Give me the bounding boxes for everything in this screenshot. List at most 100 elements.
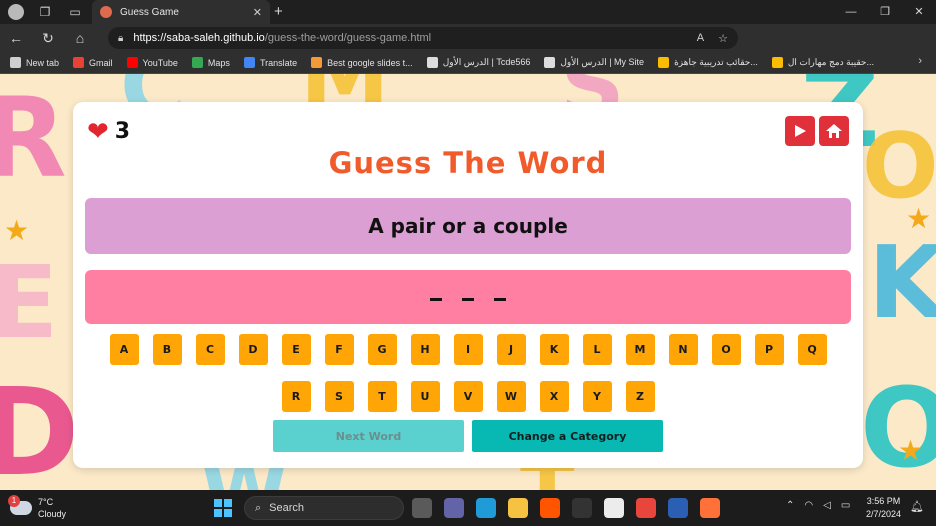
new-tab-bookmark-icon — [10, 57, 21, 68]
close-window-icon[interactable]: ✕ — [902, 0, 936, 24]
pinned-apps — [412, 498, 720, 518]
volume-icon[interactable]: ◁ — [823, 500, 831, 511]
task-view-icon[interactable] — [412, 498, 432, 518]
soundcloud-icon[interactable] — [540, 498, 560, 518]
letter-key[interactable]: C — [195, 334, 225, 365]
chrome-icon[interactable] — [636, 498, 656, 518]
letter-key[interactable]: U — [410, 381, 440, 412]
back-icon[interactable]: ← — [0, 30, 32, 46]
next-word-button[interactable]: Next Word — [273, 420, 464, 452]
bookmark-drive-2[interactable]: حقيبة دمج مهارات ال... — [771, 57, 874, 68]
lock-icon[interactable]: 🔒︎ — [118, 33, 123, 44]
letter-key[interactable]: W — [496, 381, 526, 412]
heart-icon: ❤ — [87, 116, 109, 146]
tray-overflow-icon[interactable]: ⌃ — [786, 500, 794, 511]
keyboard-row-2: RSTUVWXYZ — [73, 381, 863, 412]
letter-key[interactable]: T — [367, 381, 397, 412]
bg-letter: E — [0, 244, 59, 361]
change-category-button[interactable]: Change a Category — [472, 420, 663, 452]
notification-icon[interactable]: 🔔︎ — [910, 500, 924, 513]
url-field[interactable]: 🔒︎ https://saba-saleh.github.io/guess-th… — [108, 27, 738, 49]
lives-indicator: ❤ 3 — [87, 118, 130, 144]
clock[interactable]: 3:56 PM 2/7/2024 — [866, 495, 901, 521]
bookmark-youtube[interactable]: YouTube — [126, 57, 178, 68]
firefox-icon[interactable] — [700, 498, 720, 518]
battery-icon[interactable]: ▭ — [841, 500, 850, 511]
bookmark-tcde566[interactable]: الدرس الأول | Tcde566 — [426, 57, 530, 68]
home-icon[interactable]: ⌂ — [64, 30, 96, 46]
new-tab-icon[interactable]: + — [274, 3, 283, 20]
letter-key[interactable]: X — [539, 381, 569, 412]
letter-key[interactable]: R — [281, 381, 311, 412]
favorite-star-icon[interactable]: ☆ — [718, 32, 728, 45]
bookmark-drive-1[interactable]: حقائب تدريبية جاهزة... — [658, 57, 758, 68]
meet-icon[interactable] — [444, 498, 464, 518]
letter-key[interactable]: B — [152, 334, 182, 365]
tab-guess-game[interactable]: Guess Game ✕ — [92, 0, 270, 24]
taskbar-search[interactable]: ⌕ Search — [244, 496, 404, 520]
letter-key[interactable]: H — [410, 334, 440, 365]
letter-key[interactable]: E — [281, 334, 311, 365]
wifi-icon[interactable]: ◠ — [804, 500, 813, 511]
restore-icon[interactable]: ❐ — [868, 0, 902, 24]
letter-key[interactable]: Q — [797, 334, 827, 365]
letter-key[interactable]: Y — [582, 381, 612, 412]
edge-icon[interactable] — [476, 498, 496, 518]
app-icon[interactable] — [604, 498, 624, 518]
play-icon — [795, 125, 806, 137]
letter-key[interactable]: O — [711, 334, 741, 365]
letter-key[interactable]: K — [539, 334, 569, 365]
bookmarks-overflow-icon[interactable]: › — [918, 55, 922, 67]
read-aloud-icon[interactable]: A — [697, 32, 704, 45]
profile-avatar[interactable] — [8, 4, 24, 20]
bookmark-maps[interactable]: Maps — [191, 57, 230, 68]
wix-icon — [544, 57, 556, 68]
letter-key[interactable]: D — [238, 334, 268, 365]
bookmark-translate[interactable]: Translate — [243, 57, 297, 68]
letter-key[interactable]: S — [324, 381, 354, 412]
letter-key[interactable]: A — [109, 334, 139, 365]
letter-key[interactable]: J — [496, 334, 526, 365]
workspaces-icon[interactable]: ❐ — [30, 0, 60, 24]
weather-temp: 7°C — [38, 497, 54, 507]
letter-key[interactable]: F — [324, 334, 354, 365]
bookmark-new-tab[interactable]: New tab — [10, 57, 59, 68]
action-buttons: Next Word Change a Category — [273, 420, 663, 452]
wix-icon — [426, 57, 438, 68]
bg-star-icon: ★ — [4, 215, 30, 246]
close-tab-icon[interactable]: ✕ — [253, 6, 262, 19]
bg-star-icon: ★ — [906, 203, 932, 234]
search-placeholder: Search — [269, 502, 305, 514]
file-explorer-icon[interactable] — [508, 498, 528, 518]
minimize-icon[interactable]: — — [834, 0, 868, 24]
app-icon[interactable] — [572, 498, 592, 518]
home-icon — [826, 124, 842, 138]
letter-key[interactable]: M — [625, 334, 655, 365]
play-button[interactable] — [785, 116, 815, 146]
letter-key[interactable]: G — [367, 334, 397, 365]
windows-logo-icon — [224, 499, 232, 507]
bookmarks-bar: New tab Gmail YouTube Maps Translate Bes… — [0, 52, 936, 74]
top-buttons — [785, 116, 849, 146]
word-blanks — [85, 270, 851, 324]
address-toolbar: ← ↻ ⌂ 🔒︎ https://saba-saleh.github.io/gu… — [0, 24, 936, 69]
refresh-icon[interactable]: ↻ — [32, 30, 64, 47]
word-icon[interactable] — [668, 498, 688, 518]
weather-widget[interactable]: 1 7°C Cloudy — [8, 495, 67, 520]
letter-key[interactable]: P — [754, 334, 784, 365]
bookmark-gmail[interactable]: Gmail — [73, 57, 113, 68]
weather-condition: Cloudy — [38, 509, 67, 519]
letter-key[interactable]: L — [582, 334, 612, 365]
letter-key[interactable]: I — [453, 334, 483, 365]
weather-badge: 1 — [8, 495, 20, 507]
tab-actions-icon[interactable]: ▭ — [60, 0, 90, 24]
letter-key[interactable]: V — [453, 381, 483, 412]
letter-key[interactable]: N — [668, 334, 698, 365]
bg-letter: R — [0, 74, 67, 202]
bookmark-slides[interactable]: Best google slides t... — [311, 57, 413, 68]
bookmark-my-site[interactable]: الدرس الأول | My Site — [544, 57, 644, 68]
home-button[interactable] — [819, 116, 849, 146]
letter-key[interactable]: Z — [625, 381, 655, 412]
bg-letter: K — [868, 224, 936, 341]
start-button[interactable] — [214, 499, 232, 517]
